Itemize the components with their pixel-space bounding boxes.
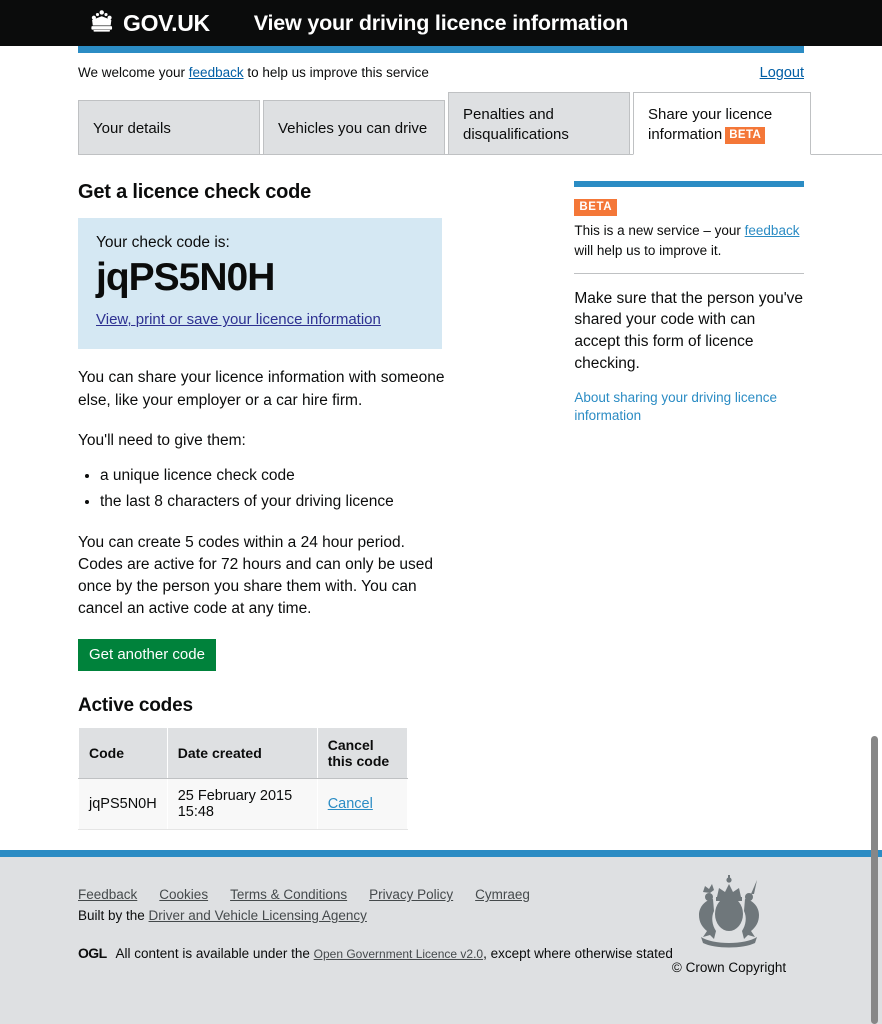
sidebar: BETA This is a new service – your feedba… [574,181,804,902]
ogl-text-before: All content is available under the [115,945,314,961]
tab-label: Your details [93,120,171,138]
ogl-text-after: , except where otherwise stated [483,945,673,961]
check-code-value: jqPS5N0H [96,256,275,300]
main-column: Get a licence check code Your check code… [78,181,507,903]
list-item: a unique licence check code [100,464,507,488]
cancel-code-link[interactable]: Cancel [328,796,373,812]
tab-label-wrap: Share your licence information BETA [648,105,796,145]
table-header-row: Code Date created Cancel this code [78,726,409,779]
footer-link-feedback[interactable]: Feedback [78,887,137,902]
requirements-list: a unique licence check code the last 8 c… [78,464,507,514]
active-codes-table: Code Date created Cancel this code jqPS5… [78,726,409,830]
footer-link-privacy-policy[interactable]: Privacy Policy [369,887,453,902]
tab-vehicles-you-can-drive[interactable]: Vehicles you can drive [263,100,445,155]
tab-label: Penalties and disqualifications [463,106,569,143]
top-blue-bar [78,46,804,53]
table-row: jqPS5N0H 25 February 2015 15:48 Cancel [78,777,409,830]
sidebar-blue-bar [574,181,804,188]
beta-text-before: This is a new service – your [574,223,745,239]
dvla-link[interactable]: Driver and Vehicle Licensing Agency [149,908,367,923]
sidebar-note: Make sure that the person you've shared … [574,289,804,372]
tab-your-details[interactable]: Your details [78,100,260,155]
footer-link-cymraeg[interactable]: Cymraeg [475,887,530,902]
column-header-cancel-this-code: Cancel this code [316,726,409,779]
main-heading: Get a licence check code [78,181,312,204]
beta-text-after: will help us to improve it. [574,242,722,258]
beta-badge: BETA [725,126,766,145]
footer-link-terms-conditions[interactable]: Terms & Conditions [230,887,347,902]
column-header-date-created: Date created [166,726,318,779]
get-another-code-button[interactable]: Get another code [78,638,216,671]
feedback-banner-text: We welcome your feedback to help us impr… [78,65,429,80]
tab-navigation: Your details Vehicles you can drive Pena… [78,92,882,156]
crown-copyright-text: © Crown Copyright [671,960,787,975]
tab-label: Vehicles you can drive [278,120,428,138]
cell-date-created: 25 February 2015 15:48 [166,777,318,830]
check-code-panel: Your check code is: jqPS5N0H View, print… [78,218,442,350]
active-codes-heading: Active codes [78,694,193,716]
logout-link[interactable]: Logout [760,65,804,81]
footer-link-cookies[interactable]: Cookies [159,887,208,902]
ogl-logo-icon: OGL [78,945,107,961]
ogl-licence-link[interactable]: Open Government Licence v2.0 [314,947,483,961]
page-title: View your driving licence information [253,10,629,35]
sidebar-beta-badge: BETA [574,199,618,217]
feedback-link[interactable]: feedback [189,65,244,80]
cell-cancel: Cancel [316,777,409,830]
crown-copyright-block: © Crown Copyright [654,867,804,975]
list-item: the last 8 characters of your driving li… [100,490,507,514]
sidebar-beta-text: This is a new service – your feedback wi… [574,221,804,259]
royal-coat-of-arms-icon [683,875,775,955]
feedback-text-after: to help us improve this service [243,65,429,80]
paragraph-code-rules: You can create 5 codes within a 24 hour … [78,533,434,618]
feedback-banner: We welcome your feedback to help us impr… [78,53,804,92]
page-container: We welcome your feedback to help us impr… [0,46,882,903]
view-print-save-link[interactable]: View, print or save your licence informa… [96,311,381,328]
paragraph-need-to-give: You'll need to give them: [78,431,246,449]
check-code-label: Your check code is: [96,234,230,252]
footer-inner: Feedback Cookies Terms & Conditions Priv… [0,857,882,1024]
column-header-code: Code [78,726,168,779]
cell-code: jqPS5N0H [78,777,168,830]
about-sharing-licence-link[interactable]: About sharing your driving licence infor… [574,389,804,425]
sidebar-feedback-link[interactable]: feedback [745,223,800,238]
site-header: GOV.UK View your driving licence informa… [0,0,882,46]
tab-share-your-licence-information[interactable]: Share your licence information BETA [633,92,811,156]
content-layout: Get a licence check code Your check code… [78,155,804,903]
built-by-prefix: Built by the [78,908,149,923]
feedback-text-before: We welcome your [78,65,189,80]
tab-penalties-and-disqualifications[interactable]: Penalties and disqualifications [448,92,630,155]
site-footer: Feedback Cookies Terms & Conditions Priv… [0,850,882,1024]
ogl-statement: All content is available under the Open … [116,946,673,961]
sidebar-divider [574,272,804,274]
paragraph-share-info: You can share your licence information w… [78,369,445,409]
scrollbar-track[interactable] [867,0,882,1024]
scrollbar-thumb[interactable] [871,736,878,1024]
